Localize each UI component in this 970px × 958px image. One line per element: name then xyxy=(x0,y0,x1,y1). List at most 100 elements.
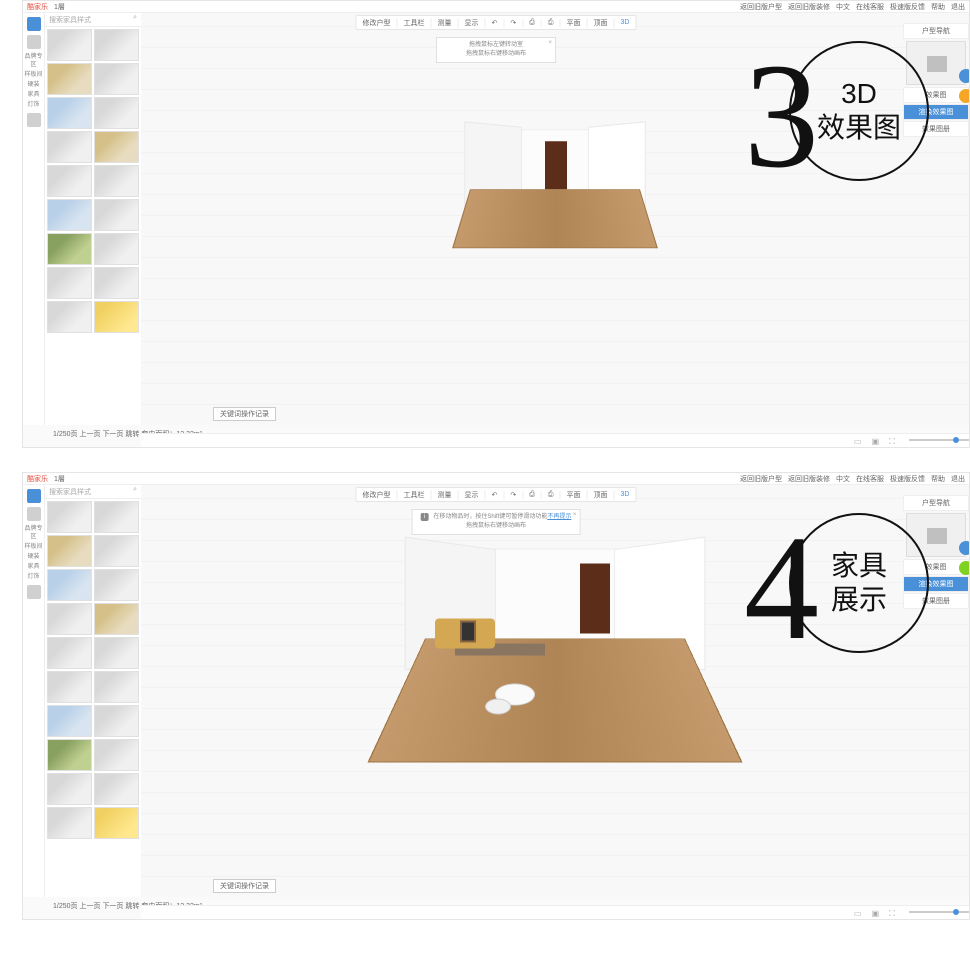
thumb[interactable] xyxy=(47,773,92,805)
thumb[interactable] xyxy=(94,637,139,669)
tool-icon[interactable] xyxy=(27,17,41,31)
tool-tools[interactable]: 工具栏 xyxy=(398,18,432,28)
search-input[interactable]: 搜索家具样式 xyxy=(45,13,141,27)
thumb[interactable] xyxy=(94,267,139,299)
thumb[interactable] xyxy=(94,705,139,737)
badge-icon[interactable] xyxy=(959,69,970,83)
thumb[interactable] xyxy=(94,63,139,95)
thumb[interactable] xyxy=(47,301,92,333)
dismiss-link[interactable]: 不再提示 xyxy=(547,514,571,520)
view-3d[interactable]: 3D xyxy=(615,19,636,26)
top-link[interactable]: 返回旧版户型 xyxy=(740,474,782,484)
redo-icon[interactable]: ↷ xyxy=(504,19,523,27)
save-icon[interactable]: ⎙ xyxy=(523,19,542,27)
tool-measure[interactable]: 测量 xyxy=(432,18,459,28)
thumb[interactable] xyxy=(94,97,139,129)
sidebar-label[interactable]: 灯饰 xyxy=(23,101,44,109)
thumb[interactable] xyxy=(94,535,139,567)
thumb[interactable] xyxy=(47,131,92,163)
sidebar-label[interactable]: 品牌专区 xyxy=(23,525,44,541)
sidebar-label[interactable]: 样板间 xyxy=(23,71,44,79)
view-top[interactable]: 顶面 xyxy=(588,18,615,28)
close-icon[interactable]: × xyxy=(573,511,577,520)
badge-icon[interactable] xyxy=(959,561,970,575)
view-top[interactable]: 顶面 xyxy=(588,490,615,500)
thumb[interactable] xyxy=(94,131,139,163)
thumb[interactable] xyxy=(47,739,92,771)
floor-select[interactable]: 1層 xyxy=(54,474,65,484)
print-icon[interactable]: ⎙ xyxy=(542,19,561,27)
app-logo[interactable]: 酷家乐 xyxy=(27,474,48,484)
search-input[interactable]: 搜索家具样式 xyxy=(45,485,141,499)
thumb[interactable] xyxy=(94,671,139,703)
tool-display[interactable]: 显示 xyxy=(459,18,486,28)
next-page[interactable]: 下一页 xyxy=(102,903,123,910)
top-support[interactable]: 在线客服 xyxy=(856,474,884,484)
top-link[interactable]: 返回旧版装修 xyxy=(788,474,830,484)
sidebar-label[interactable]: 硬装 xyxy=(23,553,44,561)
thumb[interactable] xyxy=(94,773,139,805)
thumb[interactable] xyxy=(47,535,92,567)
picture-frame[interactable] xyxy=(460,621,476,643)
thumb[interactable] xyxy=(47,267,92,299)
tool-icon[interactable] xyxy=(27,507,41,521)
thumb[interactable] xyxy=(94,739,139,771)
thumb[interactable] xyxy=(94,807,139,839)
thumb[interactable] xyxy=(47,671,92,703)
jump-page[interactable]: 跳转 xyxy=(125,903,139,910)
top-feedback[interactable]: 极速版反馈 xyxy=(890,474,925,484)
thumb[interactable] xyxy=(47,637,92,669)
thumb[interactable] xyxy=(94,301,139,333)
save-icon[interactable]: ⎙ xyxy=(523,491,542,499)
prev-page[interactable]: 上一页 xyxy=(79,431,100,438)
thumb[interactable] xyxy=(47,97,92,129)
print-icon[interactable]: ⎙ xyxy=(542,491,561,499)
sidebar-label[interactable]: 灯饰 xyxy=(23,573,44,581)
top-link[interactable]: 返回旧版装修 xyxy=(788,2,830,12)
status-icons[interactable]: ▭ ▣ ⛶ xyxy=(854,437,899,447)
close-icon[interactable]: × xyxy=(548,39,552,48)
sidebar-label[interactable]: 品牌专区 xyxy=(23,53,44,69)
sidebar-label[interactable]: 样板间 xyxy=(23,543,44,551)
thumb[interactable] xyxy=(94,199,139,231)
top-help[interactable]: 帮助 xyxy=(931,474,945,484)
thumb[interactable] xyxy=(47,165,92,197)
tool-icon[interactable] xyxy=(27,489,41,503)
thumb[interactable] xyxy=(94,165,139,197)
tool-tools[interactable]: 工具栏 xyxy=(398,490,432,500)
thumb[interactable] xyxy=(47,807,92,839)
thumb[interactable] xyxy=(47,63,92,95)
tool-measure[interactable]: 测量 xyxy=(432,490,459,500)
undo-icon[interactable]: ↶ xyxy=(486,491,505,499)
badge-icon[interactable] xyxy=(959,541,970,555)
app-logo[interactable]: 酷家乐 xyxy=(27,2,48,12)
next-page[interactable]: 下一页 xyxy=(102,431,123,438)
tool-icon[interactable] xyxy=(27,35,41,49)
view-plan[interactable]: 平面 xyxy=(561,490,588,500)
jump-page[interactable]: 跳转 xyxy=(125,431,139,438)
thumb[interactable] xyxy=(94,29,139,61)
zoom-slider[interactable] xyxy=(909,909,959,915)
history-button[interactable]: 关键词操作记录 xyxy=(213,407,276,421)
top-feedback[interactable]: 极速版反馈 xyxy=(890,2,925,12)
top-exit[interactable]: 退出 xyxy=(951,2,965,12)
sidebar-label[interactable]: 家具 xyxy=(23,563,44,571)
thumb[interactable] xyxy=(47,233,92,265)
side-table[interactable] xyxy=(485,699,511,715)
zoom-slider[interactable] xyxy=(909,437,959,443)
thumb[interactable] xyxy=(94,233,139,265)
redo-icon[interactable]: ↷ xyxy=(504,491,523,499)
thumb[interactable] xyxy=(94,569,139,601)
thumb[interactable] xyxy=(47,705,92,737)
floor-select[interactable]: 1層 xyxy=(54,2,65,12)
tool-display[interactable]: 显示 xyxy=(459,490,486,500)
view-plan[interactable]: 平面 xyxy=(561,18,588,28)
thumb[interactable] xyxy=(47,29,92,61)
thumb[interactable] xyxy=(94,603,139,635)
history-button[interactable]: 关键词操作记录 xyxy=(213,879,276,893)
thumb[interactable] xyxy=(47,501,92,533)
badge-icon[interactable] xyxy=(959,89,970,103)
prev-page[interactable]: 上一页 xyxy=(79,903,100,910)
thumb[interactable] xyxy=(47,569,92,601)
top-help[interactable]: 帮助 xyxy=(931,2,945,12)
